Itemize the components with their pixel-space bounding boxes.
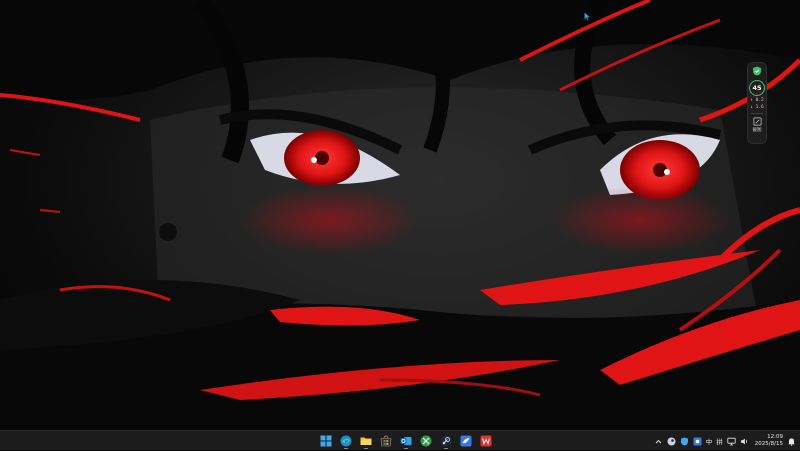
tray-bird-app[interactable] (693, 437, 702, 446)
speaker-icon (740, 438, 747, 444)
shield-tray-icon (680, 437, 688, 445)
shield-icon[interactable] (752, 66, 762, 76)
taskbar-steam[interactable] (438, 433, 454, 449)
folder-icon (360, 437, 372, 445)
tray-network[interactable] (727, 437, 736, 446)
taskbar-xbox[interactable] (418, 433, 434, 449)
xbox-icon (420, 435, 432, 447)
taskbar-outlook[interactable] (398, 433, 414, 449)
bird-app-icon (460, 435, 472, 447)
chevron-up-icon (655, 439, 662, 443)
windows-logo-icon (320, 435, 332, 447)
wps-icon (480, 435, 492, 447)
store-bag-icon (380, 435, 392, 447)
taskbar-bird-app[interactable] (458, 433, 474, 449)
outlook-icon (400, 437, 412, 445)
show-hidden-icons-button[interactable] (654, 437, 663, 446)
start-button[interactable] (318, 433, 334, 449)
clock-date: 2025/8/15 (754, 441, 783, 447)
download-speed: ↓ 1.6 (750, 105, 764, 110)
floating-monitor-widget[interactable]: 45 ↑ 0.2 ↓ 1.6 截图 (747, 62, 767, 144)
screenshot-tool-label: 截图 (752, 128, 762, 133)
steam-icon (440, 435, 452, 447)
notifications-button[interactable] (787, 437, 796, 446)
security-score[interactable]: 45 (749, 80, 765, 96)
edge-browser-icon (340, 435, 352, 447)
ime-mode-indicator[interactable]: 拼 (716, 436, 723, 446)
desktop[interactable]: 45 ↑ 0.2 ↓ 1.6 截图 (0, 0, 800, 430)
ime-language-indicator[interactable]: 中 (706, 436, 713, 446)
tray-steam[interactable] (667, 437, 676, 446)
taskbar-edge[interactable] (338, 433, 354, 449)
wallpaper-image (0, 0, 800, 430)
mouse-cursor-icon (584, 12, 591, 21)
tray-security[interactable] (680, 437, 689, 446)
monitor-network-icon (727, 437, 736, 445)
clock[interactable]: 12:09 2025/8/15 (755, 434, 783, 448)
system-tray: 中 拼 12:09 2025/8/15 (654, 431, 796, 451)
widget-divider (751, 113, 763, 114)
taskbar: 中 拼 12:09 2025/8/15 (0, 430, 800, 450)
taskbar-apps (318, 433, 494, 449)
tray-volume[interactable] (740, 437, 749, 446)
taskbar-file-explorer[interactable] (358, 433, 374, 449)
bell-icon (788, 438, 795, 446)
upload-speed: ↑ 0.2 (750, 98, 764, 103)
steam-tray-icon (667, 437, 676, 445)
clock-time: 12:09 (767, 434, 783, 440)
taskbar-microsoft-store[interactable] (378, 433, 394, 449)
bird-tray-icon (693, 437, 702, 445)
taskbar-wps-office[interactable] (478, 433, 494, 449)
screenshot-tool-icon[interactable] (753, 117, 762, 126)
